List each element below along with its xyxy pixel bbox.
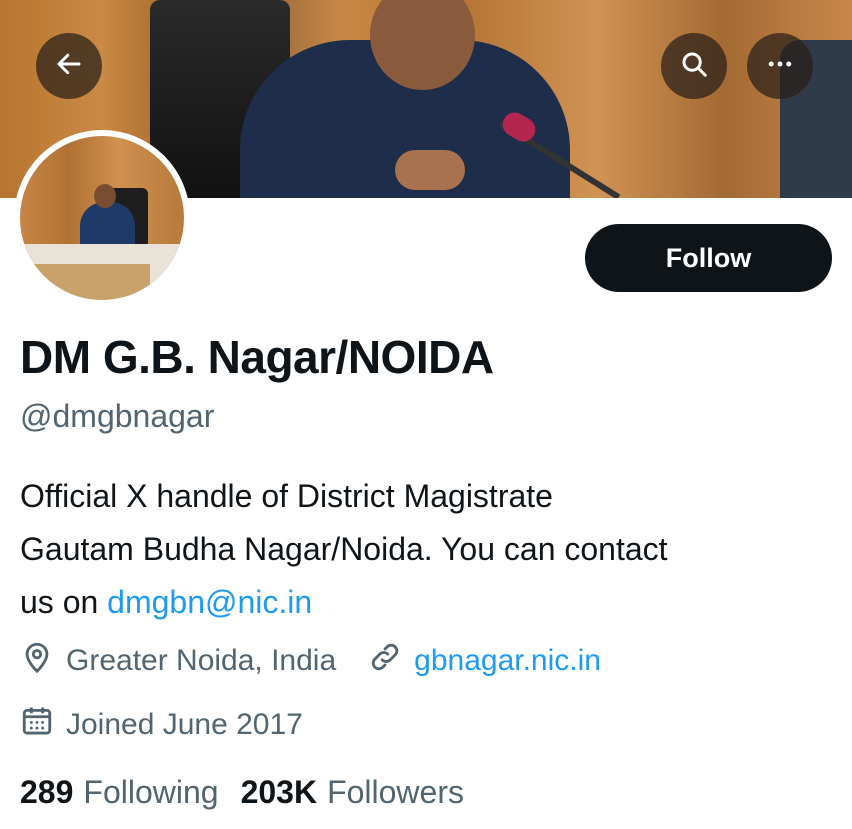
search-icon (679, 49, 709, 84)
following-stat[interactable]: 289 Following (20, 774, 219, 811)
follow-button[interactable]: Follow (585, 224, 832, 292)
banner-hands (395, 150, 465, 190)
joined-text: Joined June 2017 (66, 708, 303, 741)
followers-label: Followers (327, 774, 464, 810)
back-button[interactable] (36, 33, 102, 99)
following-label: Following (83, 774, 219, 810)
more-icon (765, 49, 795, 84)
bio-line: Official X handle of District Magistrate (20, 478, 553, 514)
following-count: 289 (20, 774, 74, 810)
search-button[interactable] (661, 33, 727, 99)
display-name: DM G.B. Nagar/NOIDA (20, 331, 494, 383)
user-handle: @dmgbnagar (20, 398, 215, 434)
avatar[interactable] (14, 130, 190, 306)
avatar-person-head (94, 184, 116, 208)
back-arrow-icon (54, 49, 84, 84)
followers-count: 203K (240, 774, 318, 810)
location-pin-icon (20, 640, 66, 682)
joined-row: Joined June 2017 (20, 704, 303, 746)
follow-stats: 289 Following 203K Followers (20, 774, 486, 811)
profile-meta-row: Greater Noida, India gbnagar.nic.in (20, 640, 601, 682)
followers-stat[interactable]: 203K Followers (241, 774, 464, 811)
bio-line: us on dmgbn@nic.in (20, 576, 840, 629)
more-button[interactable] (747, 33, 813, 99)
link-icon (368, 640, 414, 682)
avatar-image (20, 136, 184, 300)
bio-line-prefix: us on (20, 584, 108, 620)
location-item: Greater Noida, India (20, 640, 336, 682)
website-item: gbnagar.nic.in (368, 640, 601, 682)
bio-email-link[interactable]: dmgbn@nic.in (107, 584, 312, 620)
avatar-desk-front (20, 264, 150, 300)
location-text: Greater Noida, India (66, 644, 337, 677)
calendar-icon (20, 704, 66, 746)
bio: Official X handle of District Magistrate… (20, 470, 840, 629)
bio-line: Gautam Budha Nagar/Noida. You can contac… (20, 531, 668, 567)
website-link[interactable]: gbnagar.nic.in (414, 644, 601, 678)
